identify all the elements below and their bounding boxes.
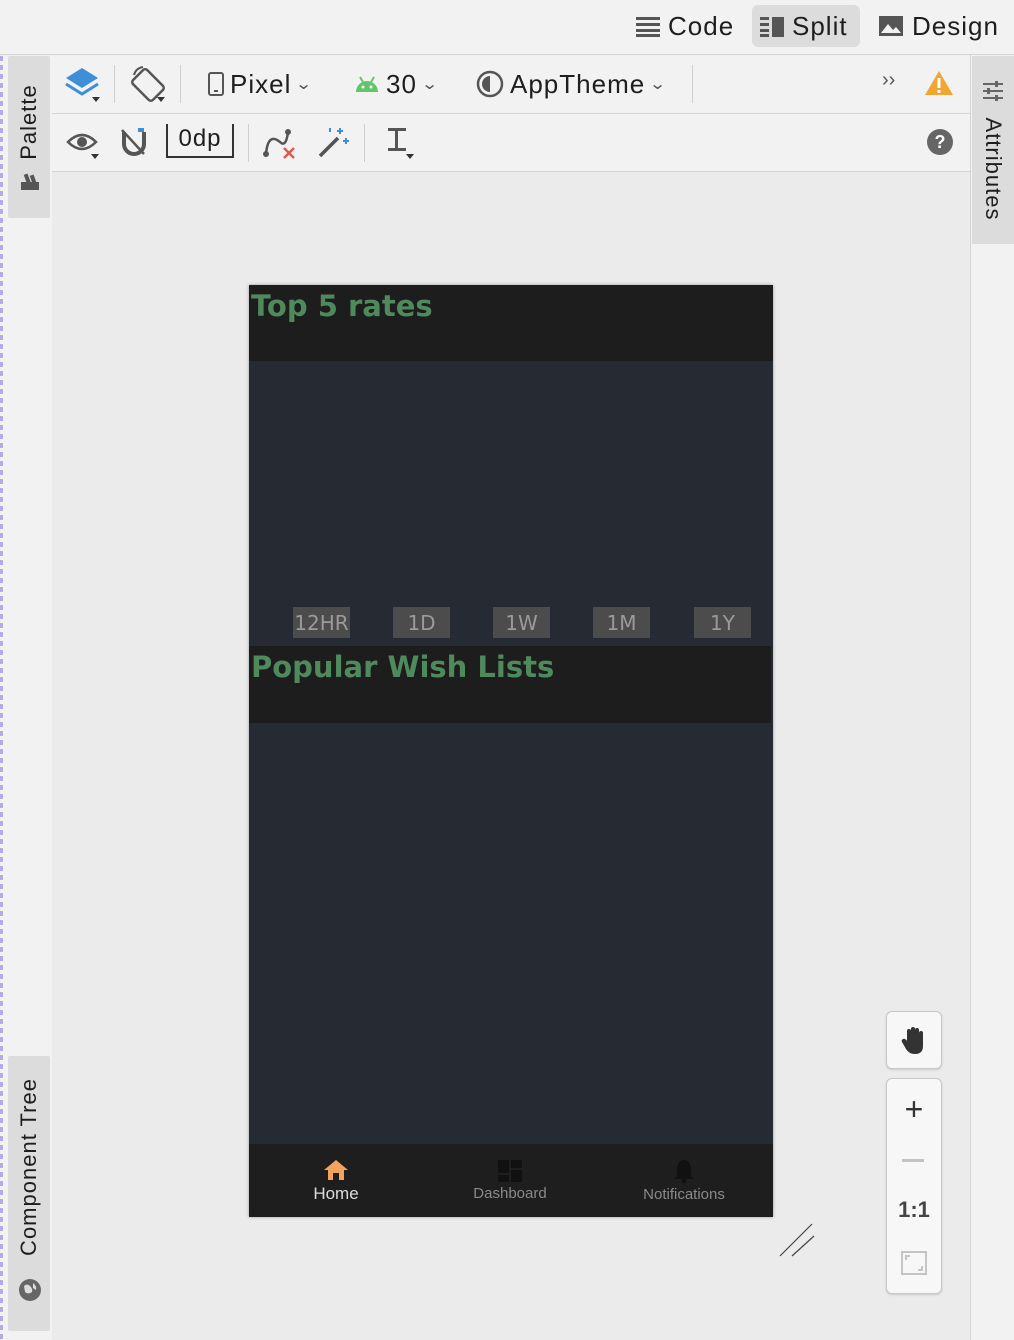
left-edge-marker xyxy=(0,56,3,1340)
eye-icon xyxy=(66,133,99,159)
magic-wand-icon xyxy=(318,128,349,158)
dashboard-icon xyxy=(498,1160,522,1182)
orientation-button[interactable] xyxy=(130,65,170,105)
palette-tab-label: Palette xyxy=(16,84,41,160)
chevron-down-icon: ⌄ xyxy=(649,76,668,93)
guidelines-icon xyxy=(388,128,414,159)
chevron-down-icon: ⌄ xyxy=(420,76,440,93)
wish-lists-area[interactable] xyxy=(249,723,773,1144)
design-toolbar: Pixel ⌄ 30 ⌄ AppTheme ⌄ ›› xyxy=(52,55,970,114)
timeframe-1w-button[interactable]: 1W xyxy=(493,607,550,638)
image-icon xyxy=(879,16,903,36)
separator xyxy=(180,65,181,103)
wish-lists-header[interactable]: Popular Wish Lists xyxy=(249,646,771,723)
hand-icon xyxy=(901,1027,923,1054)
warning-icon xyxy=(925,71,953,95)
component-tree-tab-label: Component Tree xyxy=(16,1078,41,1256)
zoom-out-icon[interactable] xyxy=(902,1159,924,1162)
code-mode-button[interactable]: Code xyxy=(628,5,742,47)
right-tool-strip xyxy=(970,55,1014,1340)
zoom-actual-size-button[interactable]: 1:1 xyxy=(887,1197,941,1223)
wish-lists-title: Popular Wish Lists xyxy=(251,650,555,684)
magnet-off-icon xyxy=(121,128,146,156)
separator xyxy=(114,65,115,103)
timeframe-12hr-button[interactable]: 12HR xyxy=(293,607,350,638)
theme-selector[interactable]: AppTheme ⌄ xyxy=(476,67,666,101)
api-level-selector[interactable]: 30 ⌄ xyxy=(354,67,440,101)
bottom-navigation: Home Dashboard Notifications xyxy=(249,1144,773,1217)
timeframe-1m-button[interactable]: 1M xyxy=(593,607,650,638)
clear-constraints-icon xyxy=(263,129,295,159)
layers-icon xyxy=(65,68,100,102)
design-mode-button[interactable]: Design xyxy=(870,5,1007,47)
guidelines-button[interactable] xyxy=(386,126,418,165)
code-lines-icon xyxy=(636,17,660,37)
separator xyxy=(692,65,693,103)
layers-button[interactable] xyxy=(64,65,104,105)
rotate-device-icon xyxy=(131,66,165,102)
autoconnect-toggle[interactable] xyxy=(118,126,150,163)
phone-icon xyxy=(208,72,224,96)
split-mode-button[interactable]: Split xyxy=(752,5,860,47)
fit-screen-icon[interactable] xyxy=(901,1251,927,1275)
theme-icon xyxy=(476,70,504,98)
warning-button[interactable] xyxy=(924,69,954,102)
view-options-button[interactable] xyxy=(66,128,102,165)
help-icon: ? xyxy=(927,129,953,155)
attributes-tab[interactable]: Attributes xyxy=(972,56,1014,244)
clear-constraints-button[interactable] xyxy=(262,128,298,165)
theme-label: AppTheme xyxy=(510,68,646,99)
nav-home-label: Home xyxy=(313,1183,359,1203)
separator xyxy=(248,124,249,162)
code-mode-label: Code xyxy=(668,10,735,41)
nav-dashboard[interactable]: Dashboard xyxy=(423,1144,597,1217)
default-margin-field[interactable]: 0dp xyxy=(166,124,234,158)
split-mode-label: Split xyxy=(792,10,848,41)
globe-icon xyxy=(19,1279,41,1301)
design-mode-label: Design xyxy=(912,10,999,41)
svg-text:?: ? xyxy=(935,132,946,152)
chevron-down-icon: ⌄ xyxy=(295,76,314,93)
sliders-icon xyxy=(983,81,1003,101)
nav-home[interactable]: Home xyxy=(249,1144,423,1217)
component-tree-tab[interactable]: Component Tree xyxy=(8,1056,50,1331)
pan-button[interactable] xyxy=(886,1011,942,1069)
palette-tab[interactable]: Palette xyxy=(8,56,50,218)
zoom-panel: + 1:1 xyxy=(886,1078,942,1294)
resize-handle-icon[interactable] xyxy=(778,1222,816,1258)
timeframe-1d-button[interactable]: 1D xyxy=(393,607,450,638)
device-selector[interactable]: Pixel ⌄ xyxy=(208,67,314,101)
home-icon xyxy=(324,1159,348,1180)
api-level-label: 30 xyxy=(386,68,417,99)
help-button[interactable]: ? xyxy=(926,128,954,161)
layout-toolbar: 0dp ? xyxy=(52,114,970,172)
bell-icon xyxy=(674,1160,694,1184)
overflow-chevron-icon[interactable]: ›› xyxy=(882,69,895,92)
nav-notifications[interactable]: Notifications xyxy=(597,1144,771,1217)
device-preview: Top 5 rates 12HR 1D 1W 1M 1Y Popular Wis… xyxy=(249,285,773,1217)
view-mode-bar: Code Split Design xyxy=(0,0,1014,55)
zoom-in-icon[interactable]: + xyxy=(887,1087,941,1131)
android-icon xyxy=(356,76,378,92)
device-label: Pixel xyxy=(230,68,292,99)
nav-notifications-label: Notifications xyxy=(643,1186,725,1203)
attributes-tab-label: Attributes xyxy=(981,117,1006,221)
rates-chart-area[interactable] xyxy=(249,361,773,607)
split-view-icon xyxy=(760,17,784,37)
palette-icon xyxy=(21,173,39,190)
timeframe-1y-button[interactable]: 1Y xyxy=(694,607,751,638)
infer-constraints-button[interactable] xyxy=(316,126,350,165)
separator xyxy=(364,124,365,162)
top-rates-header[interactable]: Top 5 rates xyxy=(249,285,773,361)
top-rates-title: Top 5 rates xyxy=(251,289,433,323)
nav-dashboard-label: Dashboard xyxy=(473,1185,547,1202)
